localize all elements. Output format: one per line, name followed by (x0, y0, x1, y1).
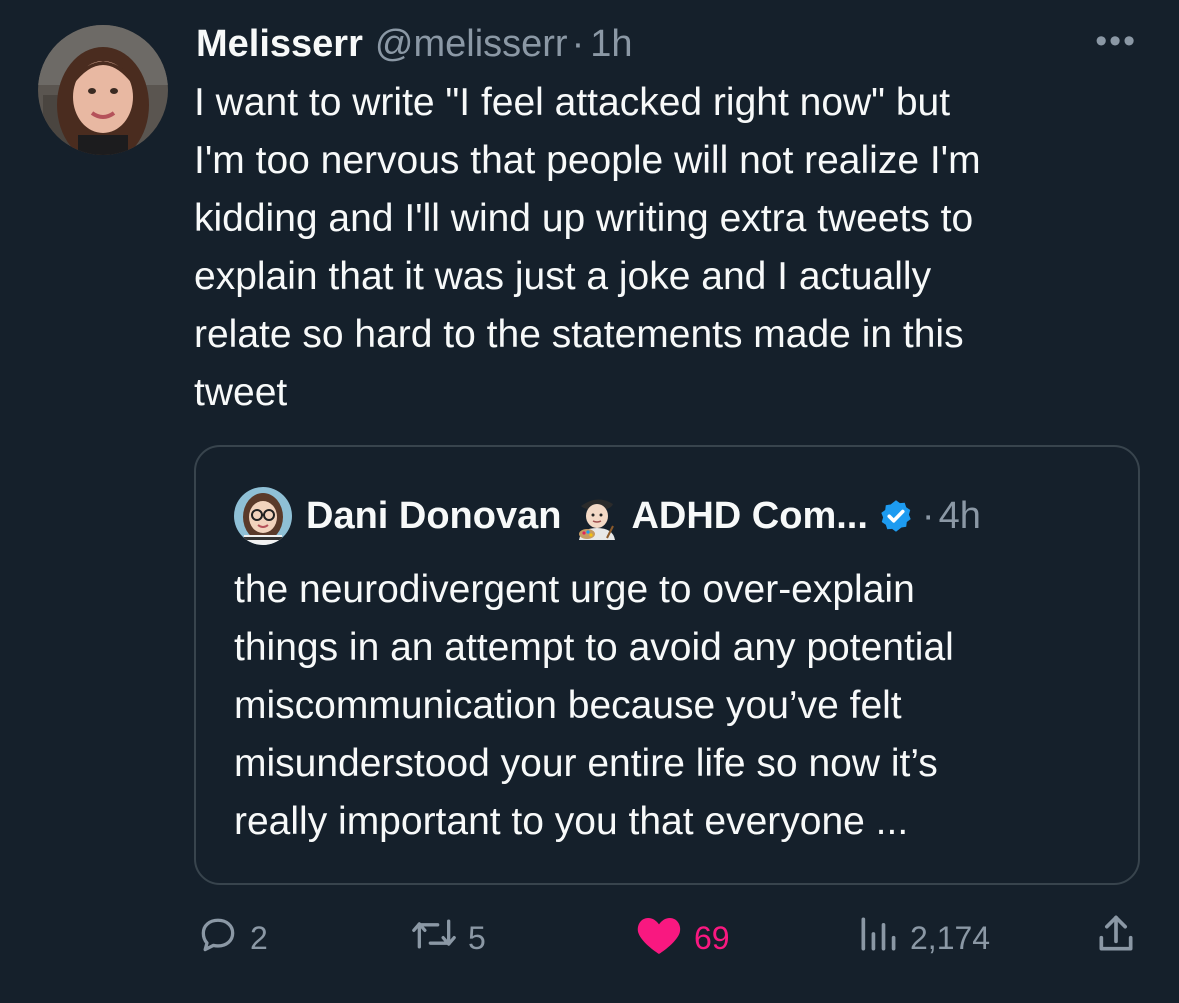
heart-icon (634, 912, 684, 964)
author-handle[interactable]: @melisserr (375, 23, 568, 66)
separator-dot: · (921, 494, 935, 537)
retweet-count: 5 (468, 919, 486, 956)
tweet-actions-bar: 2 5 69 2,174 (0, 908, 1179, 968)
reply-count: 2 (250, 919, 268, 956)
like-count: 69 (694, 919, 730, 956)
artist-emoji-icon (573, 492, 621, 540)
like-button[interactable]: 69 (634, 908, 730, 968)
share-button[interactable] (1094, 908, 1138, 968)
quoted-author-name[interactable]: Dani Donovan (306, 495, 561, 538)
reply-icon (196, 912, 240, 964)
more-options-icon[interactable]: ••• (1095, 22, 1137, 61)
quoted-tweet-card[interactable]: Dani Donovan ADHD Com... · 4h the neurod… (194, 445, 1140, 885)
tweet-header: Melisserr @melisserr · 1h (196, 18, 633, 70)
views-chart-icon (856, 912, 900, 964)
reply-button[interactable]: 2 (196, 908, 268, 968)
share-icon (1094, 912, 1138, 964)
author-avatar[interactable] (38, 25, 168, 155)
quoted-author-name-suffix[interactable]: ADHD Com... (631, 495, 867, 538)
author-name[interactable]: Melisserr (196, 23, 363, 66)
views-count: 2,174 (910, 919, 991, 956)
tweet-time[interactable]: 1h (590, 23, 632, 66)
verified-badge-icon (878, 498, 914, 534)
quoted-tweet-text: the neurodivergent urge to over-explain … (234, 568, 954, 843)
retweet-icon (410, 912, 458, 964)
tweet-text: I want to write "I feel attacked right n… (194, 81, 981, 414)
quoted-author-avatar[interactable] (234, 487, 292, 545)
quoted-tweet-header: Dani Donovan ADHD Com... · 4h (306, 487, 981, 545)
views-button[interactable]: 2,174 (856, 908, 990, 968)
separator-dot: · (571, 22, 585, 65)
quoted-tweet-time[interactable]: 4h (939, 495, 981, 538)
retweet-button[interactable]: 5 (410, 908, 486, 968)
